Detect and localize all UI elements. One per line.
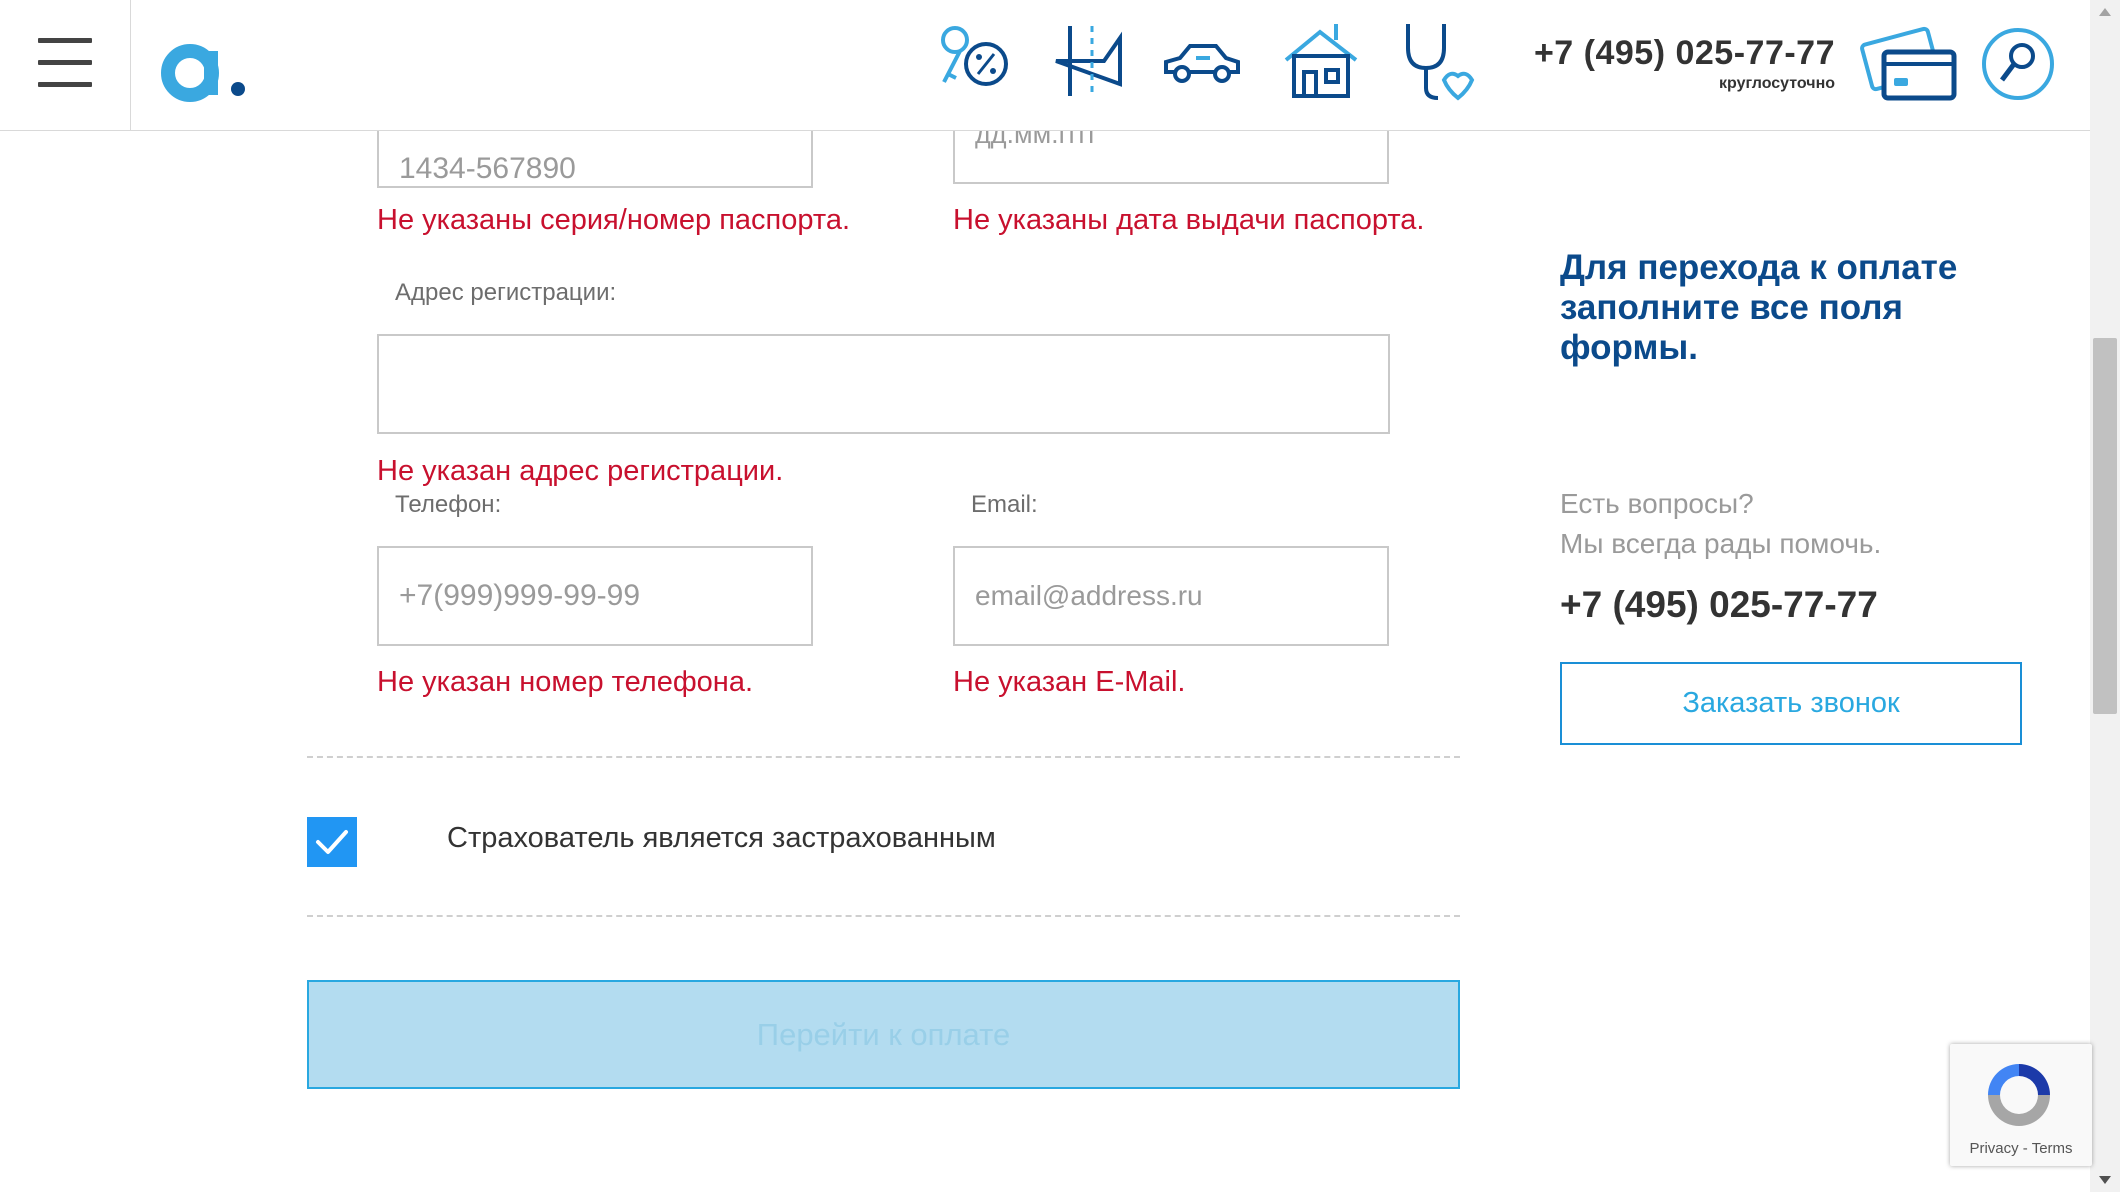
phone-label: Телефон: (395, 491, 502, 518)
header-divider (130, 0, 131, 130)
address-input[interactable] (377, 334, 1390, 434)
insured-checkbox-label[interactable]: Страхователь является застрахованным (447, 822, 996, 855)
sidebar-title: Для перехода к оплате заполните все поля… (1560, 248, 1958, 367)
passport-number-placeholder: 1434-567890 (399, 152, 576, 185)
header-phone-number[interactable]: +7 (495) 025-77-77 (1525, 34, 1835, 73)
scroll-down-arrow-icon[interactable] (2099, 1176, 2111, 1184)
payment-card-icon[interactable] (1860, 26, 1960, 106)
recaptcha-privacy-link[interactable]: Privacy (1969, 1140, 2018, 1157)
email-input[interactable]: email@address.ru (953, 546, 1389, 646)
recaptcha-separator: - (2018, 1140, 2032, 1157)
header-phone-note: круглосуточно (1719, 75, 1835, 92)
email-placeholder: email@address.ru (975, 580, 1203, 611)
site-header: +7 (495) 025-77-77 круглосуточно (0, 0, 2090, 131)
go-to-payment-button[interactable]: Перейти к оплате (307, 980, 1460, 1089)
phone-placeholder: +7(999)999-99-99 (399, 579, 641, 612)
passport-date-error: Не указаны дата выдачи паспорта. (953, 204, 1425, 236)
address-error: Не указан адрес регистрации. (377, 455, 784, 487)
email-label: Email: (971, 491, 1038, 518)
menu-icon[interactable] (38, 38, 92, 92)
stethoscope-icon[interactable] (1394, 18, 1480, 104)
scroll-thumb[interactable] (2093, 338, 2117, 714)
address-label: Адрес регистрации: (395, 279, 617, 306)
recaptcha-links: Privacy - Terms (1950, 1140, 2092, 1157)
order-call-button[interactable]: Заказать звонок (1560, 662, 2022, 745)
email-error: Не указан E-Mail. (953, 666, 1186, 698)
phone-error: Не указан номер телефона. (377, 666, 754, 698)
logo[interactable] (160, 28, 260, 108)
passport-number-error: Не указаны серия/номер паспорта. (377, 204, 851, 236)
recaptcha-icon (1988, 1064, 2050, 1126)
divider-top (307, 756, 1460, 758)
insured-checkbox[interactable] (307, 817, 357, 867)
car-icon[interactable] (1160, 18, 1246, 104)
sidebar-questions: Есть вопросы? Мы всегда рады помочь. (1560, 484, 1881, 564)
checkmark-icon (316, 830, 348, 854)
recaptcha-terms-link[interactable]: Terms (2032, 1140, 2073, 1157)
sidebar-questions-line2: Мы всегда рады помочь. (1560, 528, 1882, 559)
sidebar-questions-line1: Есть вопросы? (1560, 488, 1754, 519)
key-percent-icon[interactable] (930, 18, 1016, 104)
plane-icon[interactable] (1048, 18, 1134, 104)
recaptcha-badge[interactable]: Privacy - Terms (1950, 1044, 2092, 1166)
sidebar-phone[interactable]: +7 (495) 025-77-77 (1560, 584, 1878, 626)
search-icon[interactable] (1980, 26, 2056, 102)
scroll-up-arrow-icon[interactable] (2099, 8, 2111, 16)
page-scrollbar[interactable] (2090, 0, 2120, 1192)
header-phone[interactable]: +7 (495) 025-77-77 круглосуточно (1525, 34, 1835, 93)
divider-bottom (307, 915, 1460, 917)
phone-input[interactable]: +7(999)999-99-99 (377, 546, 813, 646)
house-icon[interactable] (1278, 18, 1364, 104)
